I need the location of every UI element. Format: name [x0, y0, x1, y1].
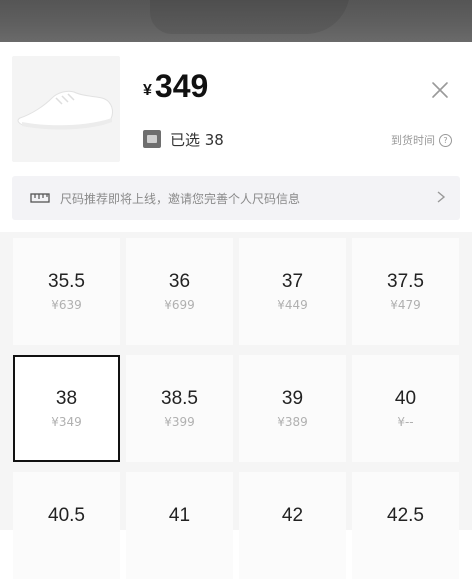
size-option[interactable]: 41	[126, 472, 233, 579]
size-option-price: ¥--	[397, 415, 414, 429]
size-option-value: 37	[281, 271, 304, 292]
size-option-value: 38.5	[161, 388, 198, 409]
size-option-price: ¥449	[277, 298, 308, 312]
backdrop-product-image	[0, 0, 472, 42]
size-option-selected[interactable]: 38 ¥349	[13, 355, 120, 462]
currency-symbol: ¥	[143, 82, 152, 99]
arrival-time-link[interactable]: 到货时间 ?	[391, 132, 452, 148]
size-recommendation-banner[interactable]: 尺码推荐即将上线，邀请您完善个人尺码信息	[12, 176, 460, 220]
ruler-icon	[30, 189, 50, 208]
size-option[interactable]: 37.5 ¥479	[352, 238, 459, 345]
size-option[interactable]: 40.5	[13, 472, 120, 579]
size-option-price: ¥699	[164, 298, 195, 312]
size-option-value: 39	[281, 388, 304, 409]
size-option-value: 35.5	[48, 271, 85, 292]
size-option-value: 40	[394, 388, 417, 409]
size-option-value: 40.5	[48, 505, 85, 526]
price-value: 349	[154, 68, 209, 104]
size-option[interactable]: 42	[239, 472, 346, 579]
size-option-price: ¥389	[277, 415, 308, 429]
size-option-value: 37.5	[387, 271, 424, 292]
size-option[interactable]: 35.5 ¥639	[13, 238, 120, 345]
selected-size-row: 已选 38	[143, 128, 224, 150]
size-option-price: ¥639	[51, 298, 82, 312]
chevron-right-icon	[436, 189, 446, 208]
selected-size-label: 已选 38	[170, 130, 224, 149]
size-option[interactable]: 37 ¥449	[239, 238, 346, 345]
size-option[interactable]: 36 ¥699	[126, 238, 233, 345]
size-option-value: 36	[168, 271, 191, 292]
selected-thumb-icon	[143, 130, 161, 148]
banner-text: 尺码推荐即将上线，邀请您完善个人尺码信息	[60, 191, 301, 206]
arrival-time-label: 到货时间	[391, 134, 435, 147]
product-price: ¥349	[143, 68, 208, 105]
size-option[interactable]: 38.5 ¥399	[126, 355, 233, 462]
size-option[interactable]: 39 ¥389	[239, 355, 346, 462]
size-option-value: 42	[281, 505, 304, 526]
product-thumbnail	[12, 56, 120, 162]
size-option[interactable]: 40 ¥--	[352, 355, 459, 462]
close-icon[interactable]	[428, 78, 452, 102]
size-option-price: ¥399	[164, 415, 195, 429]
size-option[interactable]: 42.5	[352, 472, 459, 579]
help-circle-icon: ?	[439, 133, 452, 147]
size-option-price: ¥349	[51, 415, 82, 429]
size-option-value: 42.5	[387, 505, 424, 526]
size-option-value: 41	[168, 505, 191, 526]
backdrop-shoe	[150, 0, 350, 34]
size-option-price: ¥479	[390, 298, 421, 312]
size-option-value: 38	[55, 388, 78, 409]
